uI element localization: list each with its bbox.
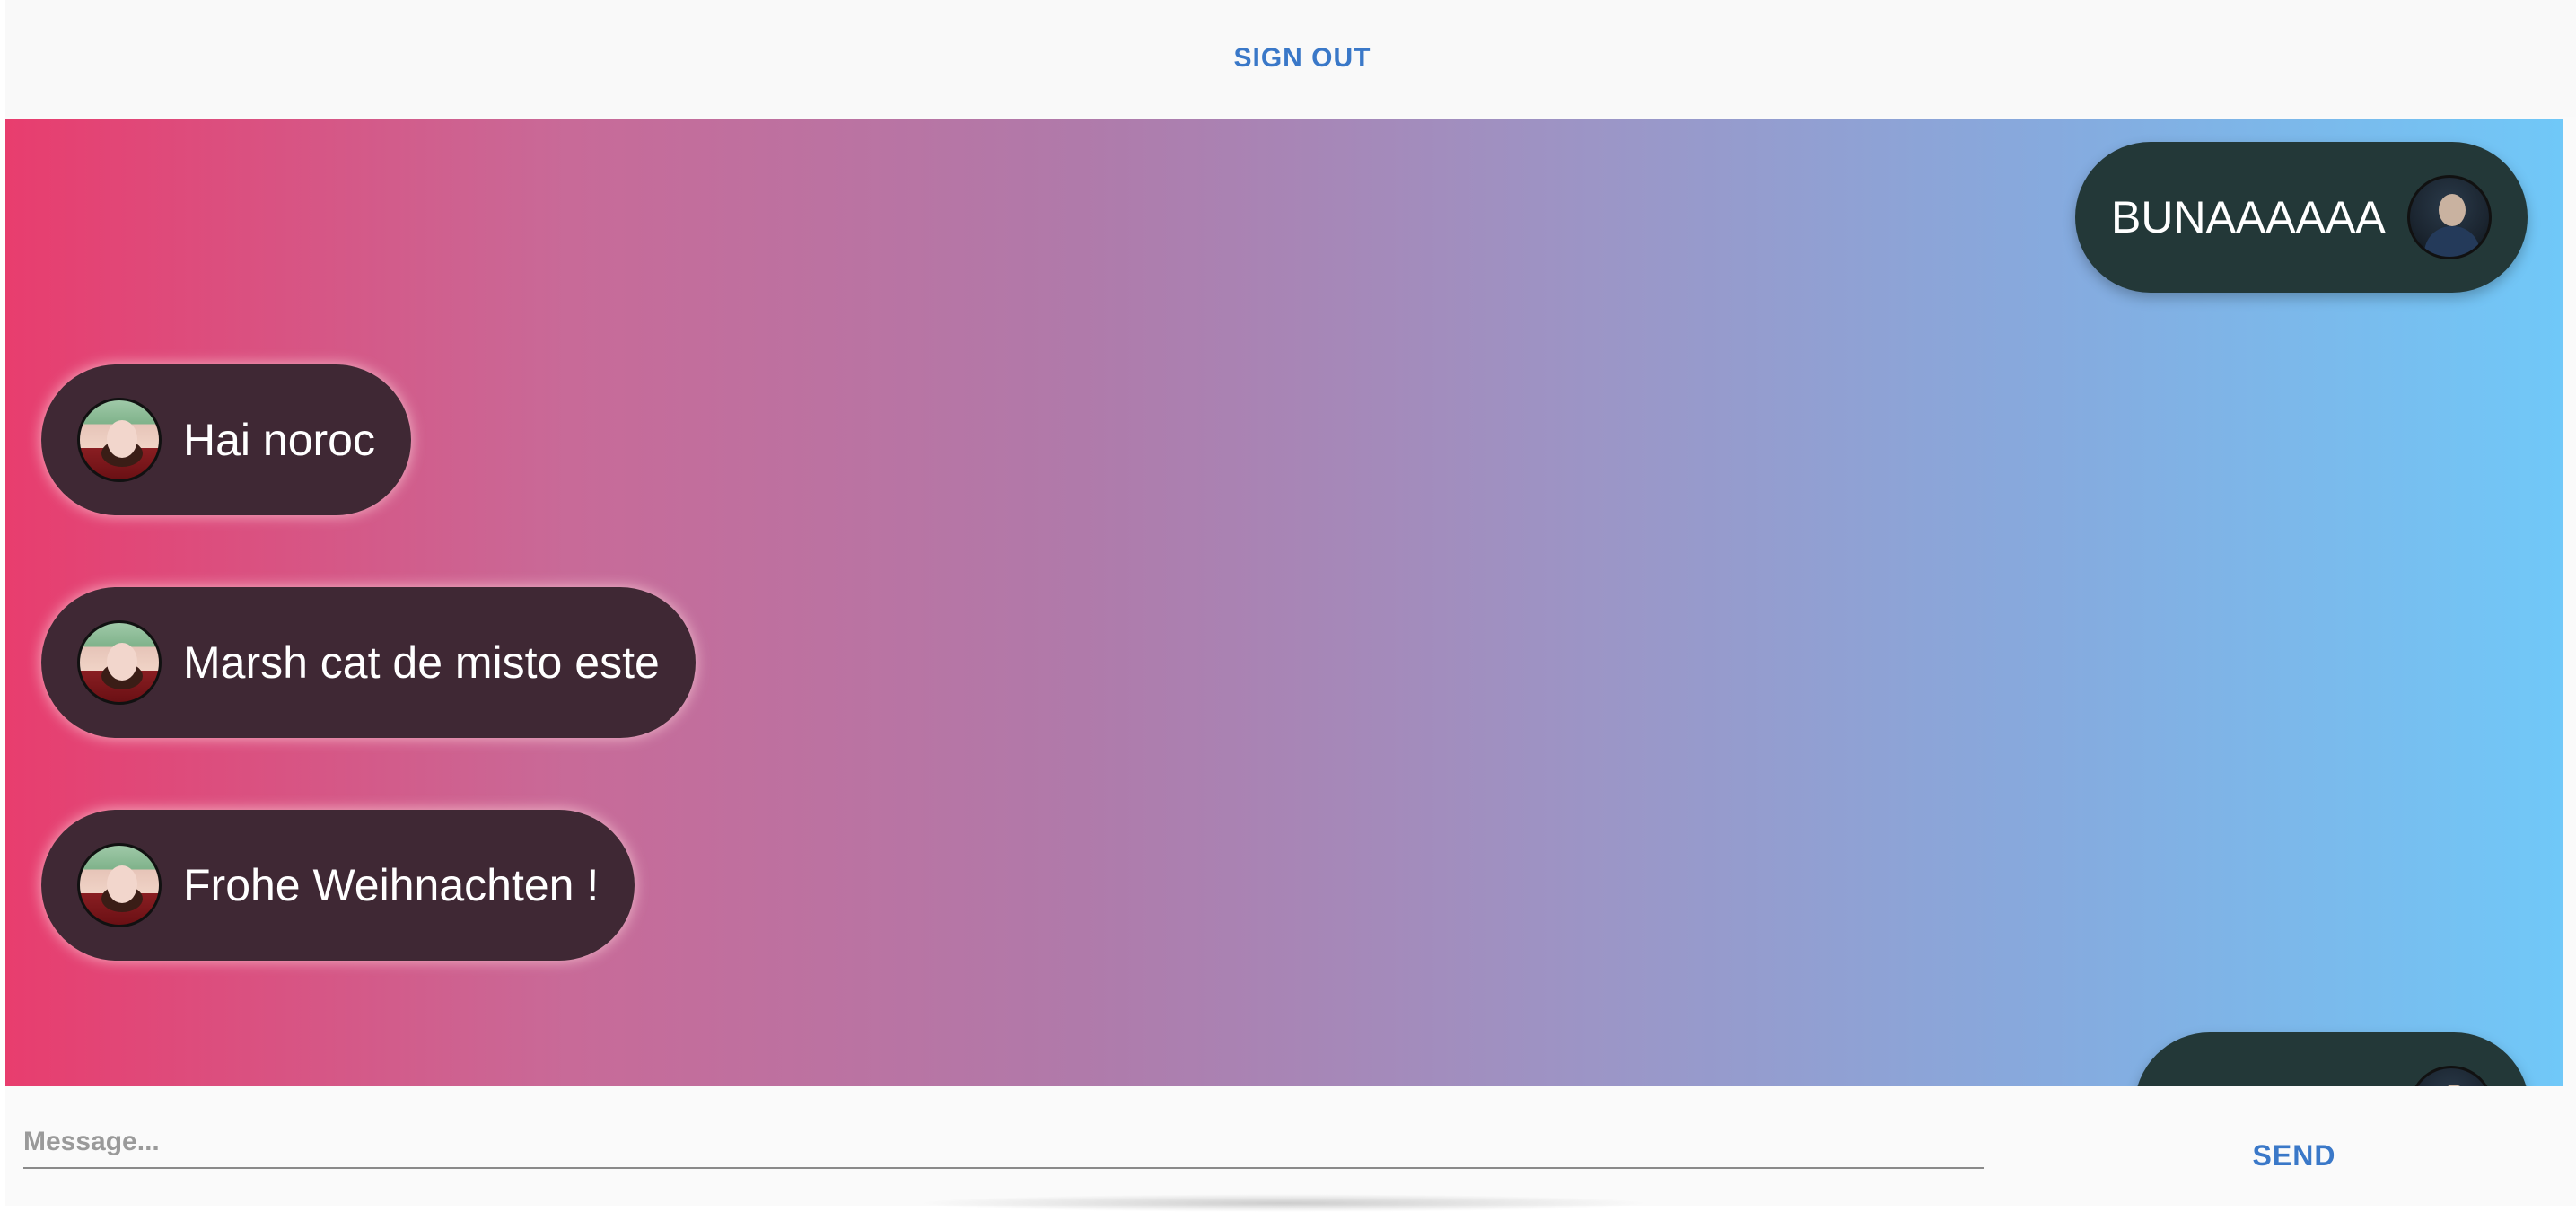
message-text: BUNAAAAAA — [2111, 192, 2386, 242]
message-text: Marsh cat de misto este — [183, 637, 660, 688]
sign-out-button[interactable]: SIGN OUT — [993, 18, 1612, 99]
message-bubble-sent — [2134, 1032, 2529, 1086]
message-bubble-sent: BUNAAAAAA — [2075, 142, 2528, 293]
user-avatar — [2409, 1066, 2493, 1086]
contact-avatar — [77, 398, 162, 482]
contact-avatar — [77, 843, 162, 927]
message-composer: SEND — [5, 1088, 2576, 1206]
message-text: Hai noroc — [183, 415, 375, 465]
message-bubble-received: Hai noroc — [41, 364, 411, 515]
message-bubble-received: Frohe Weihnachten ! — [41, 810, 635, 961]
message-list[interactable]: BUNAAAAAA Hai noroc Marsh cat de misto e… — [5, 119, 2563, 1086]
contact-avatar — [77, 620, 162, 705]
user-avatar — [2406, 175, 2492, 259]
bottom-shadow — [916, 1194, 1652, 1212]
app-header: SIGN OUT — [5, 0, 2576, 117]
message-bubble-received: Marsh cat de misto este — [41, 587, 696, 738]
message-text: Frohe Weihnachten ! — [183, 860, 600, 910]
send-button[interactable]: SEND — [2160, 1115, 2429, 1196]
chat-app: SIGN OUT BUNAAAAAA Hai noroc Marsh cat d… — [5, 0, 2576, 1206]
message-input[interactable] — [23, 1117, 1984, 1169]
